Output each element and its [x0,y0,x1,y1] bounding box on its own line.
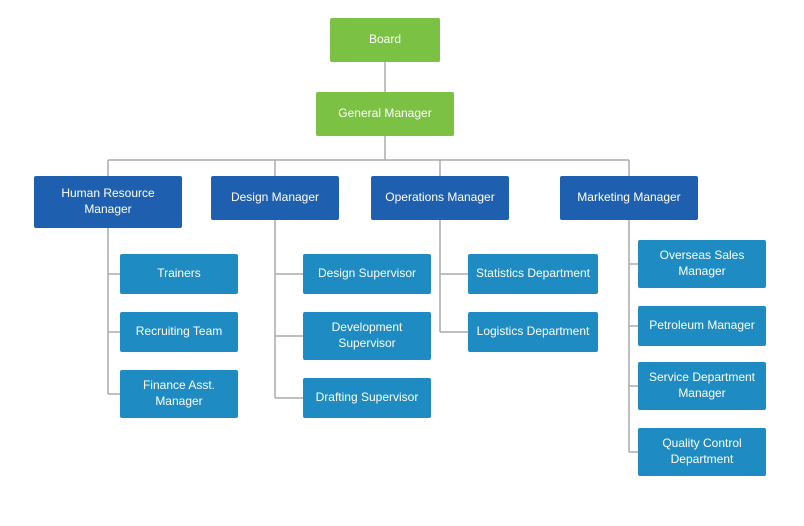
node-petroleum_mgr: Petroleum Manager [638,306,766,346]
node-board: Board [330,18,440,62]
node-service_dept: Service Department Manager [638,362,766,410]
node-design_supervisor: Design Supervisor [303,254,431,294]
node-recruiting_team: Recruiting Team [120,312,238,352]
node-statistics_dept: Statistics Department [468,254,598,294]
node-general_manager: General Manager [316,92,454,136]
node-operations_manager: Operations Manager [371,176,509,220]
node-quality_control: Quality Control Department [638,428,766,476]
node-hr_manager: Human Resource Manager [34,176,182,228]
node-dev_supervisor: Development Supervisor [303,312,431,360]
node-overseas_sales: Overseas Sales Manager [638,240,766,288]
node-marketing_manager: Marketing Manager [560,176,698,220]
node-trainers: Trainers [120,254,238,294]
org-chart: Board General Manager Human Resource Manag… [0,0,804,526]
node-logistics_dept: Logistics Department [468,312,598,352]
node-finance_asst: Finance Asst. Manager [120,370,238,418]
node-drafting_supervisor: Drafting Supervisor [303,378,431,418]
node-design_manager: Design Manager [211,176,339,220]
